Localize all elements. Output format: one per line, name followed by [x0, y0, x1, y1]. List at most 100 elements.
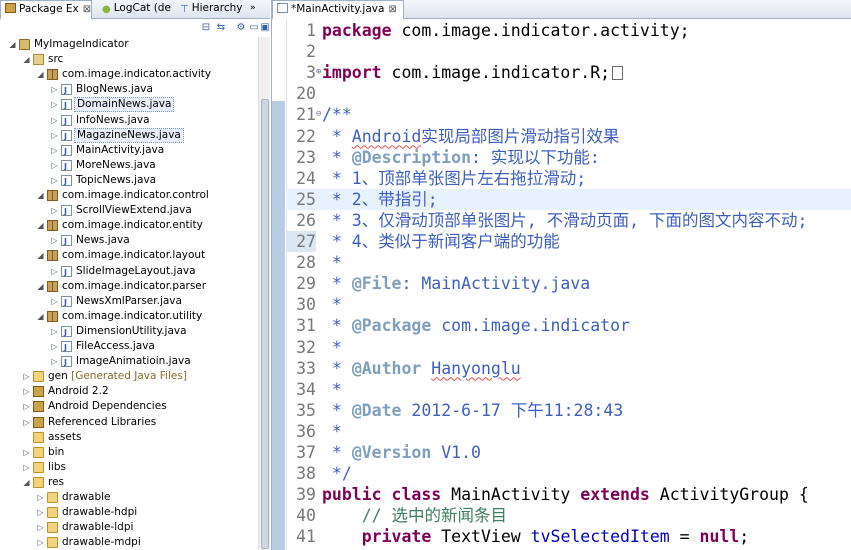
expand-arrow-icon[interactable]: ▷	[50, 339, 59, 354]
expand-arrow-icon[interactable]: ▷	[50, 203, 59, 218]
tree-item[interactable]: ▷ BlogNews.java	[0, 82, 258, 98]
expand-arrow-icon[interactable]: ▷	[36, 520, 45, 535]
tree-item[interactable]: ▷ TopicNews.java	[0, 173, 258, 189]
expand-arrow-icon[interactable]: ▷	[50, 82, 59, 97]
code-line[interactable]: 3 ⊕ import com.image.indicator.R;	[286, 62, 851, 83]
folded-region-icon[interactable]	[612, 66, 624, 81]
tab-package-explorer[interactable]: Package Ex ⊠	[0, 0, 92, 19]
view-menu-icon[interactable]: ⚙	[235, 22, 247, 34]
code-line[interactable]: 40 // 选中的新闻条目	[286, 505, 851, 526]
close-icon[interactable]: ⊠	[83, 1, 91, 18]
code-line[interactable]: 30 *	[286, 294, 851, 315]
code-line[interactable]: 20	[286, 83, 851, 104]
expand-arrow-icon[interactable]: ▷	[50, 354, 59, 369]
expand-arrow-icon[interactable]: ▷	[50, 113, 59, 128]
collapse-arrow-icon[interactable]: ◢	[36, 67, 45, 82]
code-line[interactable]: 21 ⊖/**	[286, 104, 851, 125]
tree-item[interactable]: ▷ Referenced Libraries	[0, 415, 258, 430]
tree-item[interactable]: ▷ drawable-hdpi	[0, 505, 258, 520]
collapse-arrow-icon[interactable]: ◢	[36, 248, 45, 263]
expand-arrow-icon[interactable]: ▷	[50, 143, 59, 158]
view-menu-overflow-icon[interactable]: »	[246, 0, 266, 18]
editor-gutter[interactable]	[272, 19, 287, 550]
expand-arrow-icon[interactable]: ▷	[50, 128, 59, 143]
tree-item[interactable]: ▷ DimensionUtility.java	[0, 324, 258, 340]
tree-item[interactable]: ◢ com.image.indicator.entity	[0, 218, 258, 233]
tree-scrollbar[interactable]	[258, 37, 270, 550]
tree-item[interactable]: ▷ DomainNews.java	[0, 97, 258, 113]
collapse-arrow-icon[interactable]: ◢	[36, 309, 45, 324]
tab-hierarchy[interactable]: ⊤ Hierarchy	[176, 0, 242, 18]
collapse-all-icon[interactable]: ⊟	[200, 22, 212, 34]
tree-item[interactable]: ▷ gen [Generated Java Files]	[0, 369, 258, 384]
tree-item[interactable]: ◢ com.image.indicator.activity	[0, 67, 258, 82]
expand-arrow-icon[interactable]: ▷	[50, 233, 59, 248]
tree-item[interactable]: ◢ com.image.indicator.layout	[0, 248, 258, 263]
code-line[interactable]: 39 public class MainActivity extends Acti…	[286, 484, 851, 505]
tree-item[interactable]: ▷ InfoNews.java	[0, 113, 258, 129]
code-line[interactable]: 35 * @Date 2012-6-17 下午11:28:43	[286, 400, 851, 421]
expand-arrow-icon[interactable]: ▷	[36, 505, 45, 520]
tree-item[interactable]: assets	[0, 430, 258, 445]
tree-item[interactable]: ▷ MagazineNews.java	[0, 127, 258, 144]
tree-item[interactable]: ▷ News.java	[0, 233, 258, 249]
collapse-arrow-icon[interactable]: ◢	[22, 52, 31, 67]
expand-arrow-icon[interactable]: ▷	[36, 535, 45, 550]
code-line[interactable]: 38 */	[286, 463, 851, 484]
collapse-arrow-icon[interactable]: ◢	[36, 218, 45, 233]
code-line[interactable]: 1 package com.image.indicator.activity;	[286, 20, 851, 41]
tree-item[interactable]: ▷ Android 2.2	[0, 384, 258, 399]
tree-item[interactable]: ▷ drawable-ldpi	[0, 520, 258, 535]
expand-arrow-icon[interactable]: ▷	[22, 445, 31, 460]
expand-arrow-icon[interactable]: ▷	[22, 369, 31, 384]
code-line[interactable]: 23 * @Description: 实现以下功能:	[286, 147, 851, 168]
tree-item[interactable]: ◢ MyImageIndicator	[0, 37, 258, 52]
tab-logcat[interactable]: ● LogCat (de	[98, 0, 172, 18]
tree-item[interactable]: ▷ drawable-mdpi	[0, 535, 258, 550]
tree-scrollbar-thumb[interactable]	[261, 99, 269, 549]
link-editor-icon[interactable]: ⇆	[215, 22, 227, 34]
tree-item[interactable]: ▷ drawable	[0, 490, 258, 505]
code-line[interactable]: 41 private TextView tvSelectedItem = nul…	[286, 526, 851, 547]
tree-item[interactable]: ▷ MainActivity.java	[0, 143, 258, 159]
code-line[interactable]: 29 * @File: MainActivity.java	[286, 273, 851, 294]
expand-arrow-icon[interactable]: ▷	[22, 384, 31, 399]
expand-arrow-icon[interactable]: ▷	[50, 264, 59, 279]
code-line[interactable]: 31 * @Package com.image.indicator	[286, 315, 851, 336]
tree-item[interactable]: ◢ src	[0, 52, 258, 67]
tree-item[interactable]: ◢ com.image.indicator.control	[0, 188, 258, 203]
code-line[interactable]: 22 * Android实现局部图片滑动指引效果	[286, 126, 851, 147]
code-line[interactable]: 28 *	[286, 252, 851, 273]
expand-arrow-icon[interactable]: ▷	[22, 415, 31, 430]
code-line[interactable]: 36 *	[286, 421, 851, 442]
code-line[interactable]: 2	[286, 41, 851, 62]
code-area[interactable]: 1 package com.image.indicator.activity; 2 3…	[286, 19, 851, 550]
code-line[interactable]: 32 *	[286, 337, 851, 358]
maximize-icon[interactable]: ▣	[259, 22, 270, 34]
tab-mainactivity-java[interactable]: *MainActivity.java ⊠	[272, 0, 404, 19]
tree-item[interactable]: ▷ SlideImageLayout.java	[0, 264, 258, 280]
expand-arrow-icon[interactable]: ▷	[50, 97, 59, 112]
code-line[interactable]: 37 * @Version V1.0	[286, 442, 851, 463]
expand-arrow-icon[interactable]: ▷	[36, 490, 45, 505]
code-line[interactable]: 34 *	[286, 379, 851, 400]
code-line[interactable]: 25 * 2、带指引;	[286, 188, 851, 210]
code-line[interactable]: 26 * 3、仅滑动顶部单张图片, 不滑动页面, 下面的图文内容不动;	[286, 210, 851, 231]
code-line[interactable]: 33 * @Author Hanyonglu	[286, 358, 851, 379]
tree-item[interactable]: ▷ libs	[0, 460, 258, 475]
collapse-arrow-icon[interactable]: ◢	[36, 279, 45, 294]
tree-item[interactable]: ▷ ScrollViewExtend.java	[0, 203, 258, 219]
collapse-arrow-icon[interactable]: ◢	[22, 475, 31, 490]
tree-item[interactable]: ◢ com.image.indicator.utility	[0, 309, 258, 324]
tree-item[interactable]: ▷ NewsXmlParser.java	[0, 294, 258, 310]
tree-item[interactable]: ▷ MoreNews.java	[0, 158, 258, 174]
expand-arrow-icon[interactable]: ▷	[22, 460, 31, 475]
code-line[interactable]: 24 * 1、顶部单张图片左右拖拉滑动;	[286, 168, 851, 189]
expand-arrow-icon[interactable]: ▷	[50, 294, 59, 309]
expand-arrow-icon[interactable]: ▷	[50, 324, 59, 339]
tree-item[interactable]: ▷ FileAccess.java	[0, 339, 258, 355]
expand-arrow-icon[interactable]: ▷	[50, 173, 59, 188]
code-line[interactable]: 27 * 4、类似于新闻客户端的功能	[286, 231, 851, 252]
expand-arrow-icon[interactable]: ▷	[22, 399, 31, 414]
collapse-arrow-icon[interactable]: ◢	[8, 37, 17, 52]
